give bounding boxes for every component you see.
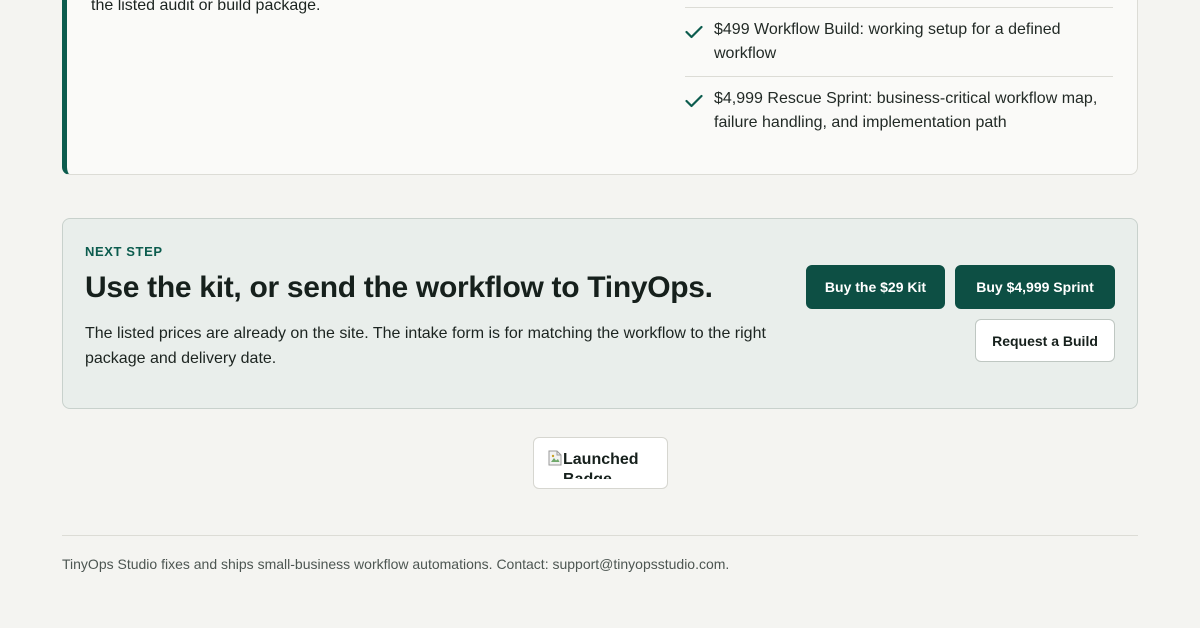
package-item-label: $4,999 Rescue Sprint: business-critical … <box>714 90 1098 131</box>
package-item-workflow-build: $499 Workflow Build: working setup for a… <box>685 7 1113 76</box>
buy-sprint-button[interactable]: Buy $4,999 Sprint <box>955 265 1115 309</box>
package-list: $499 Workflow Build: working setup for a… <box>685 7 1113 145</box>
package-item-rescue-sprint: $4,999 Rescue Sprint: business-critical … <box>685 76 1113 145</box>
badge-alt-text: Launched Badge <box>563 451 639 479</box>
next-step-description: The listed prices are already on the sit… <box>85 325 766 367</box>
launched-badge-link[interactable]: Launched Badge <box>533 437 668 489</box>
footer-divider <box>62 535 1138 536</box>
page: the listed audit or build package. $499 … <box>0 0 1200 628</box>
launched-badge-image: Launched Badge <box>548 450 658 479</box>
buy-kit-button[interactable]: Buy the $29 Kit <box>806 265 945 309</box>
request-build-button[interactable]: Request a Build <box>975 319 1115 362</box>
offer-card: the listed audit or build package. $499 … <box>62 0 1138 175</box>
broken-image-icon <box>548 450 562 466</box>
next-step-title: Use the kit, or send the workflow to Tin… <box>85 271 713 304</box>
check-icon <box>685 25 703 39</box>
package-item-label: $499 Workflow Build: working setup for a… <box>714 21 1061 62</box>
footer-text: TinyOps Studio fixes and ships small-bus… <box>62 556 730 572</box>
next-step-eyebrow: NEXT STEP <box>85 244 163 259</box>
offer-description: the listed audit or build package. <box>91 0 321 14</box>
check-icon <box>685 94 703 108</box>
next-step-card: NEXT STEP Use the kit, or send the workf… <box>62 218 1138 409</box>
